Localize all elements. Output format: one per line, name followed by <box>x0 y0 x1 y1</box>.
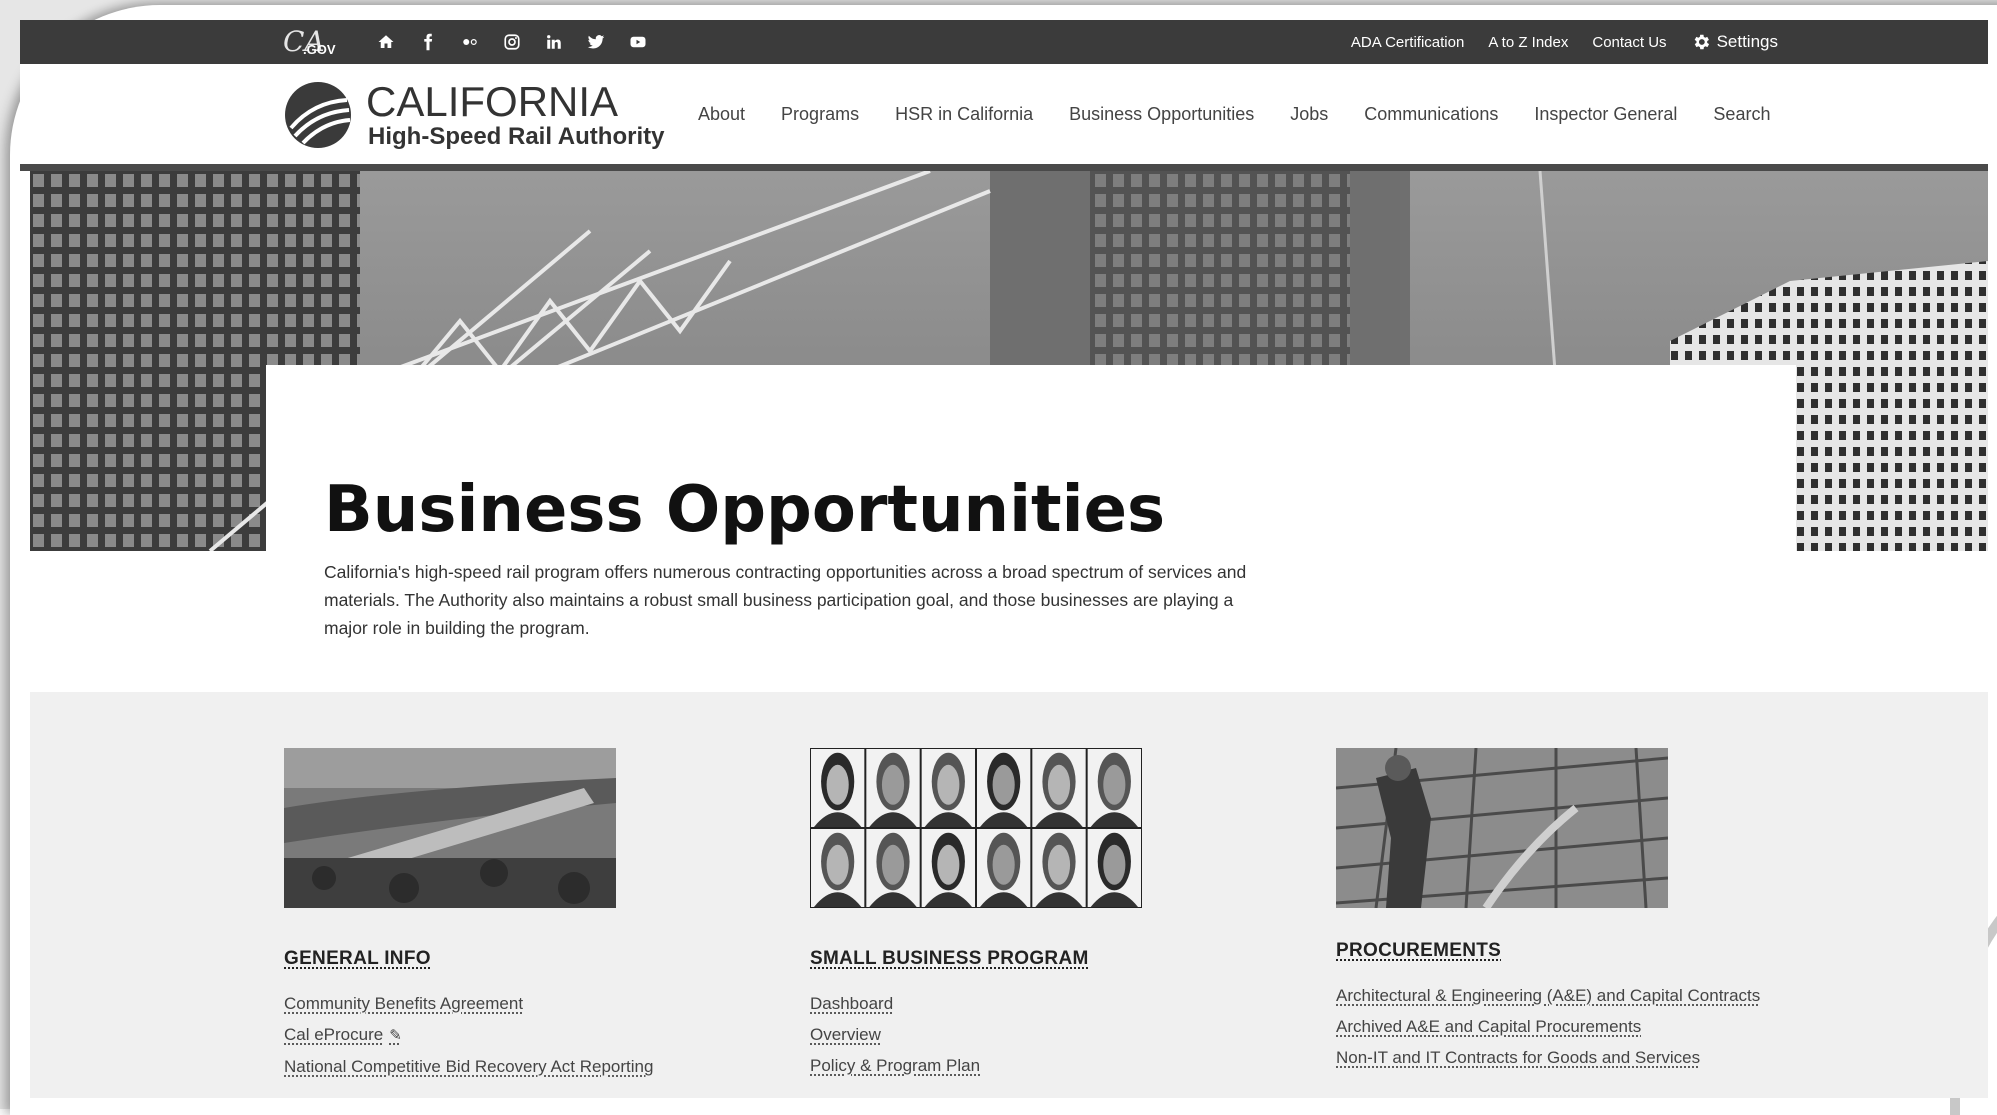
construction-worker-image[interactable] <box>1336 748 1668 908</box>
a-to-z-index-link[interactable]: A to Z Index <box>1488 34 1568 51</box>
external-link-icon: ✎ <box>389 1027 402 1044</box>
ca-gov-logo-text: .GOV <box>303 42 336 57</box>
bid-recovery-act-reporting-link[interactable]: National Competitive Bid Recovery Act Re… <box>284 1051 744 1082</box>
procurements-links: Architectural & Engineering (A&E) and Ca… <box>1336 980 1796 1073</box>
community-benefits-agreement-link[interactable]: Community Benefits Agreement <box>284 988 744 1019</box>
web-page: CA .GOV ADA Certification A to Z Index C… <box>20 20 1988 1098</box>
settings-button[interactable]: Settings <box>1691 32 1778 52</box>
cal-eprocure-label: Cal eProcure <box>284 1025 383 1044</box>
small-business-links: Dashboard Overview Policy & Program Plan <box>810 988 1270 1081</box>
facebook-icon[interactable] <box>407 30 449 54</box>
cal-eprocure-link[interactable]: Cal eProcure ✎ <box>284 1019 744 1051</box>
hero-content-card: Business Opportunities California's high… <box>266 365 1796 705</box>
intro-paragraph: California's high-speed rail program off… <box>324 558 1264 642</box>
social-media-links <box>365 30 659 54</box>
nav-business-opportunities[interactable]: Business Opportunities <box>1051 104 1272 125</box>
ada-certification-link[interactable]: ADA Certification <box>1351 34 1464 51</box>
contact-us-link[interactable]: Contact Us <box>1592 34 1666 51</box>
instagram-icon[interactable] <box>491 30 533 54</box>
youtube-icon[interactable] <box>617 30 659 54</box>
nav-inspector-general[interactable]: Inspector General <box>1516 104 1695 125</box>
policy-program-plan-link[interactable]: Policy & Program Plan <box>810 1050 1270 1081</box>
category-cards-section: GENERAL INFO Community Benefits Agreemen… <box>30 692 1988 1098</box>
dashboard-link[interactable]: Dashboard <box>810 988 1270 1019</box>
brand-subtitle: High-Speed Rail Authority <box>368 123 664 151</box>
nav-about[interactable]: About <box>680 104 763 125</box>
overview-link[interactable]: Overview <box>810 1019 1270 1050</box>
small-business-column: SMALL BUSINESS PROGRAM Dashboard Overvie… <box>810 748 1270 1081</box>
procurements-column: PROCUREMENTS Architectural & Engineering… <box>1336 748 1796 1073</box>
ca-gov-logo[interactable]: CA .GOV <box>283 25 338 61</box>
home-icon[interactable] <box>365 30 407 54</box>
general-info-heading[interactable]: GENERAL INFO <box>284 948 431 970</box>
procurements-heading[interactable]: PROCUREMENTS <box>1336 940 1501 962</box>
nav-communications[interactable]: Communications <box>1346 104 1516 125</box>
brand-title: CALIFORNIA <box>366 78 618 126</box>
utility-links: ADA Certification A to Z Index Contact U… <box>1351 20 1778 64</box>
small-business-program-heading[interactable]: SMALL BUSINESS PROGRAM <box>810 948 1089 970</box>
gear-icon <box>1691 32 1711 52</box>
utility-bar: CA .GOV ADA Certification A to Z Index C… <box>20 20 1988 64</box>
main-navigation: About Programs HSR in California Busines… <box>680 64 1788 164</box>
non-it-it-contracts-link[interactable]: Non-IT and IT Contracts for Goods and Se… <box>1336 1042 1796 1073</box>
site-header: CALIFORNIA High-Speed Rail Authority Abo… <box>20 64 1988 171</box>
twitter-icon[interactable] <box>575 30 617 54</box>
nav-programs[interactable]: Programs <box>763 104 877 125</box>
nav-hsr-in-california[interactable]: HSR in California <box>877 104 1051 125</box>
nav-search[interactable]: Search <box>1695 104 1788 125</box>
nav-jobs[interactable]: Jobs <box>1272 104 1346 125</box>
settings-label: Settings <box>1717 32 1778 52</box>
page-title: Business Opportunities <box>324 473 1165 547</box>
archived-ae-capital-procurements-link[interactable]: Archived A&E and Capital Procurements <box>1336 1011 1796 1042</box>
ae-capital-contracts-link[interactable]: Architectural & Engineering (A&E) and Ca… <box>1336 980 1796 1011</box>
general-info-column: GENERAL INFO Community Benefits Agreemen… <box>284 748 744 1082</box>
small-business-portraits-image[interactable] <box>810 748 1142 908</box>
general-info-links: Community Benefits Agreement Cal eProcur… <box>284 988 744 1082</box>
aerial-construction-image[interactable] <box>284 748 616 908</box>
flickr-icon[interactable] <box>449 30 491 54</box>
hsr-logo-mark-icon <box>283 80 353 150</box>
linkedin-icon[interactable] <box>533 30 575 54</box>
